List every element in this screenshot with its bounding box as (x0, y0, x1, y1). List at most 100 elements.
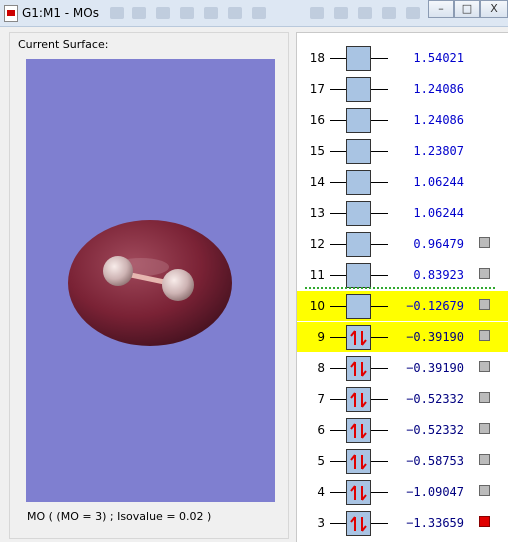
mo-row-12[interactable]: 12 0.96479 (297, 229, 508, 259)
orbital-energy: −1.09047 (406, 485, 464, 499)
surface-checkbox[interactable] (479, 361, 490, 372)
empty-orbital-box[interactable] (346, 263, 371, 288)
orbital-energy: −0.39190 (406, 330, 464, 344)
orbital-energy: 1.24086 (413, 113, 464, 127)
window-title: G1:M1 - MOs (22, 6, 99, 20)
homo-lumo-divider (305, 287, 495, 289)
mo-row-5[interactable]: 5 −0.58753 (297, 446, 508, 476)
mo-row-17[interactable]: 17 1.24086 (297, 74, 508, 104)
orbital-lobe (68, 220, 232, 346)
close-button[interactable]: X (480, 0, 508, 18)
empty-orbital-box[interactable] (346, 139, 371, 164)
surface-selected-checkbox[interactable] (479, 516, 490, 527)
atom-left (103, 256, 133, 286)
mo-number: 18 (309, 51, 325, 65)
mo-number: 7 (317, 392, 325, 406)
occupied-orbital-box[interactable] (346, 511, 371, 536)
orbital-energy: 1.24086 (413, 82, 464, 96)
empty-orbital-box[interactable] (346, 108, 371, 133)
orbital-energy: 1.06244 (413, 206, 464, 220)
mo-number: 8 (317, 361, 325, 375)
mo-number: 4 (317, 485, 325, 499)
mo-number: 16 (309, 113, 325, 127)
orbital-energy: −0.52332 (406, 392, 464, 406)
occupied-orbital-box[interactable] (346, 356, 371, 381)
occupied-orbital-box[interactable] (346, 325, 371, 350)
background-toolbar-icon (406, 7, 420, 19)
current-surface-label: Current Surface: (18, 38, 109, 51)
background-toolbar-icon (156, 7, 170, 19)
mo-number: 9 (317, 330, 325, 344)
orbital-energy: 1.23807 (413, 144, 464, 158)
orbital-energy: −0.52332 (406, 423, 464, 437)
empty-orbital-box[interactable] (346, 170, 371, 195)
mo-row-18[interactable]: 18 1.54021 (297, 43, 508, 73)
mo-number: 17 (309, 82, 325, 96)
mo-number: 12 (309, 237, 325, 251)
mo-row-3[interactable]: 3 −1.33659 (297, 508, 508, 538)
mo-row-11[interactable]: 11 0.83923 (297, 260, 508, 290)
molecule-3d-viewport[interactable] (26, 59, 275, 502)
atom-right (162, 269, 194, 301)
background-toolbar-icon (358, 7, 372, 19)
surface-checkbox[interactable] (479, 485, 490, 496)
orbital-energy: −1.33659 (406, 516, 464, 530)
surface-checkbox[interactable] (479, 423, 490, 434)
occupied-orbital-box[interactable] (346, 387, 371, 412)
mo-row-10[interactable]: 10 −0.12679 (297, 291, 508, 321)
mo-row-14[interactable]: 14 1.06244 (297, 167, 508, 197)
mo-number: 13 (309, 206, 325, 220)
empty-orbital-box[interactable] (346, 201, 371, 226)
mo-number: 14 (309, 175, 325, 189)
surface-checkbox[interactable] (479, 299, 490, 310)
surface-checkbox[interactable] (479, 330, 490, 341)
surface-checkbox[interactable] (479, 237, 490, 248)
molecular-orbital-render (68, 220, 232, 346)
occupied-orbital-box[interactable] (346, 418, 371, 443)
electron-pair-icon (350, 392, 367, 408)
orbital-energy: −0.12679 (406, 299, 464, 313)
mo-row-4[interactable]: 4 −1.09047 (297, 477, 508, 507)
occupied-orbital-box[interactable] (346, 449, 371, 474)
surface-checkbox[interactable] (479, 268, 490, 279)
title-bar: G1:M1 - MOs – □ X (0, 0, 508, 27)
occupied-orbital-box[interactable] (346, 480, 371, 505)
empty-orbital-box[interactable] (346, 232, 371, 257)
mo-row-7[interactable]: 7 −0.52332 (297, 384, 508, 414)
mo-number: 10 (309, 299, 325, 313)
mo-number: 15 (309, 144, 325, 158)
background-toolbar-icon (310, 7, 324, 19)
mo-row-6[interactable]: 6 −0.52332 (297, 415, 508, 445)
empty-orbital-box[interactable] (346, 77, 371, 102)
empty-orbital-box[interactable] (346, 46, 371, 71)
mo-row-16[interactable]: 16 1.24086 (297, 105, 508, 135)
mo-row-15[interactable]: 15 1.23807 (297, 136, 508, 166)
electron-pair-icon (350, 485, 367, 501)
app-document-icon[interactable] (4, 5, 18, 22)
electron-pair-icon (350, 423, 367, 439)
orbital-energy: 0.83923 (413, 268, 464, 282)
mo-number: 5 (317, 454, 325, 468)
mo-row-9[interactable]: 9 −0.39190 (297, 322, 508, 352)
surface-checkbox[interactable] (479, 392, 490, 403)
mo-energy-list[interactable]: 18 1.54021 17 1.24086 16 1.24086 15 1.23807 14 1.… (296, 32, 508, 542)
surface-checkbox[interactable] (479, 454, 490, 465)
orbital-energy: 1.06244 (413, 175, 464, 189)
electron-pair-icon (350, 330, 367, 346)
electron-pair-icon (350, 516, 367, 532)
minimize-button[interactable]: – (428, 0, 454, 18)
background-toolbar-icon (334, 7, 348, 19)
background-toolbar-icon (382, 7, 396, 19)
orbital-energy: −0.58753 (406, 454, 464, 468)
mo-number: 6 (317, 423, 325, 437)
restore-button[interactable]: □ (454, 0, 480, 18)
mo-row-8[interactable]: 8 −0.39190 (297, 353, 508, 383)
electron-pair-icon (350, 454, 367, 470)
empty-orbital-box[interactable] (346, 294, 371, 319)
orbital-energy: 1.54021 (413, 51, 464, 65)
background-toolbar-icon (252, 7, 266, 19)
mo-row-13[interactable]: 13 1.06244 (297, 198, 508, 228)
electron-pair-icon (350, 361, 367, 377)
orbital-energy: −0.39190 (406, 361, 464, 375)
background-toolbar-icon (132, 7, 146, 19)
